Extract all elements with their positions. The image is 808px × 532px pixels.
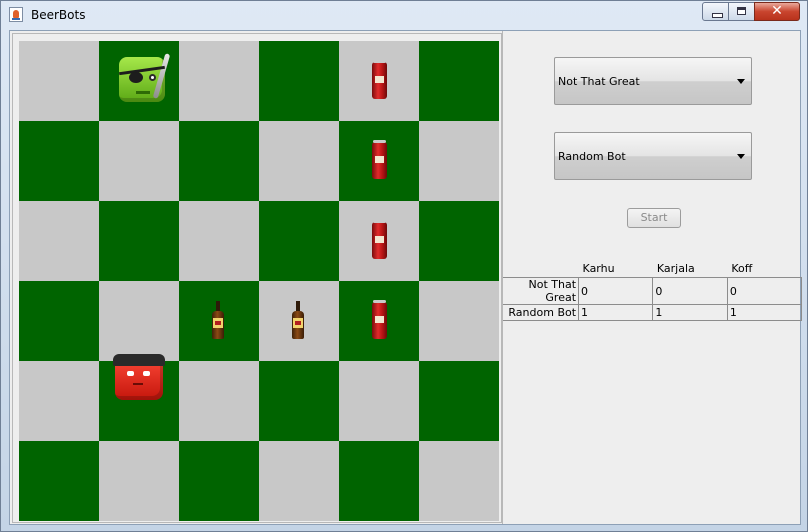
board-cell[interactable] [339,361,419,441]
board-cell[interactable] [339,201,419,281]
bot2-select-value: Random Bot [558,150,626,163]
board-cell[interactable] [419,441,499,521]
board-cell[interactable] [419,281,499,361]
red-ninja-bot-icon [113,354,165,400]
beer-bottle-icon [212,301,224,339]
title-bar[interactable]: BeerBots ✕ [1,1,807,29]
table-row: Not That Great 0 0 0 [503,277,803,305]
board-cell[interactable] [99,41,179,121]
board-cell[interactable] [99,121,179,201]
board-cell[interactable] [19,281,99,361]
board-cell[interactable] [19,441,99,521]
dropdown-arrow-icon [737,154,745,159]
board-cell[interactable] [259,441,339,521]
close-button[interactable]: ✕ [754,2,800,21]
score-table: Karhu Karjala Koff Not That Great 0 0 0 … [503,260,803,321]
board-cell[interactable] [19,201,99,281]
bot2-select[interactable]: Random Bot [554,132,752,180]
board-cell[interactable] [339,121,419,201]
board-panel [12,33,502,523]
score-cell: 0 [727,277,803,305]
board-cell[interactable] [19,41,99,121]
board-cell[interactable] [179,41,259,121]
scoreboard: Karhu Karjala Koff Not That Great 0 0 0 … [503,260,803,321]
minimize-icon [712,13,723,18]
dropdown-arrow-icon [737,79,745,84]
window-title: BeerBots [31,8,86,22]
score-cell: 0 [652,277,728,305]
board-cell[interactable] [179,201,259,281]
board-cell[interactable] [99,281,179,361]
minimize-button[interactable] [702,2,729,21]
score-header-row: Karhu Karjala Koff [503,260,802,278]
board-cell[interactable] [99,201,179,281]
board-cell[interactable] [179,281,259,361]
board-cell[interactable] [19,361,99,441]
client-area: Not That Great Random Bot Start Karhu Ka… [9,30,803,525]
bot1-select-value: Not That Great [558,75,640,88]
score-cell: 1 [652,304,728,321]
close-icon: ✕ [771,3,783,19]
table-row: Random Bot 1 1 1 [503,304,803,321]
score-cell: 1 [578,304,654,321]
score-cell: 0 [578,277,654,305]
beer-can-icon [372,220,387,259]
maximize-icon [737,7,746,15]
board-cell[interactable] [179,121,259,201]
board-cell[interactable] [99,441,179,521]
start-button[interactable]: Start [627,208,681,228]
bot1-select[interactable]: Not That Great [554,57,752,105]
board-cell[interactable] [179,361,259,441]
app-window: BeerBots ✕ Not That Great Random Bot Sta… [0,0,808,532]
board-cell[interactable] [259,121,339,201]
board-cell[interactable] [259,41,339,121]
beer-can-icon [372,300,387,339]
beer-can-icon [372,60,387,99]
board-cell[interactable] [259,281,339,361]
board-cell[interactable] [259,361,339,441]
game-board[interactable] [19,41,499,521]
board-cell[interactable] [419,201,499,281]
java-app-icon [9,7,23,22]
board-cell[interactable] [419,121,499,201]
beer-bottle-icon [292,301,304,339]
score-cell: 1 [727,304,803,321]
board-cell[interactable] [19,121,99,201]
board-cell[interactable] [339,281,419,361]
board-cell[interactable] [99,354,179,441]
row-header-bot: Random Bot [503,304,580,321]
maximize-button[interactable] [728,2,755,21]
column-header-karjala[interactable]: Karjala [653,260,727,278]
board-cell[interactable] [419,361,499,441]
board-cell[interactable] [339,441,419,521]
board-cell[interactable] [339,41,419,121]
green-pirate-bot-icon [119,53,171,102]
row-header-bot: Not That Great [503,277,580,305]
beer-can-icon [372,140,387,179]
board-cell[interactable] [419,41,499,121]
board-cell[interactable] [179,441,259,521]
board-cell[interactable] [259,201,339,281]
score-corner-cell [503,260,579,278]
column-header-koff[interactable]: Koff [727,260,801,278]
column-header-karhu[interactable]: Karhu [579,260,653,278]
